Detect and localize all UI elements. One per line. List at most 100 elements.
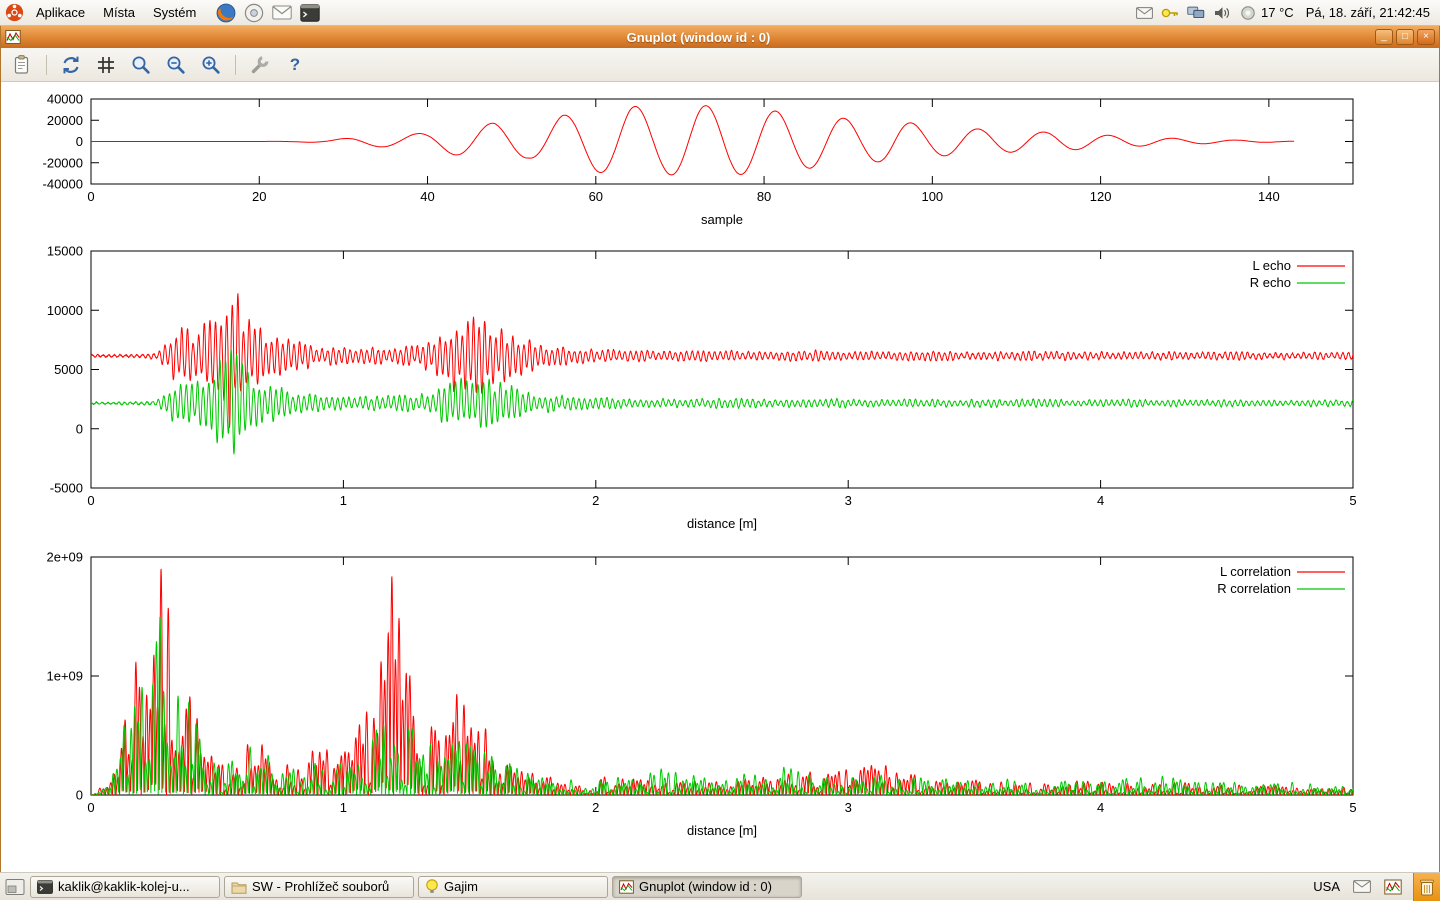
x-tick-label: 2 [592,493,599,508]
taskbar-window-gnuplot[interactable]: Gnuplot (window id : 0) [612,876,802,898]
series-line [91,349,1353,454]
legend-label: L correlation [1220,564,1291,579]
show-desktop-button[interactable] [3,875,27,899]
plot-border [91,557,1353,795]
temperature-label: 17 °C [1261,5,1294,20]
y-tick-label: 5000 [54,362,83,377]
x-axis-label: distance [m] [687,516,757,531]
y-tick-label: 10000 [47,303,83,318]
taskbar-window-file-manager[interactable]: SW - Prohlížeč souborů [224,876,414,898]
legend-label: R correlation [1217,581,1291,596]
x-tick-label: 4 [1097,493,1104,508]
waveform-chart[interactable]: 020406080100120140-40000-200000200004000… [1,82,1440,237]
menu-applications[interactable]: Aplikace [27,0,94,25]
key-icon[interactable] [1161,4,1179,22]
x-tick-label: 5 [1349,800,1356,815]
zoom-out-icon [165,54,187,76]
window-title: Gnuplot (window id : 0) [22,30,1375,45]
keyboard-layout-indicator[interactable]: USA [1311,879,1342,894]
zoom-button[interactable] [128,52,154,78]
correlation-chart[interactable]: 01234501e+092e+09distance [m]L correlati… [1,547,1440,872]
window-controls: _ □ × [1375,29,1435,45]
zoom-out-button[interactable] [163,52,189,78]
y-tick-label: 0 [76,788,83,803]
y-tick-label: 2e+09 [46,550,83,565]
x-tick-label: 0 [87,800,94,815]
plot-canvas: 020406080100120140-40000-200000200004000… [1,82,1439,872]
help-icon[interactable] [243,2,264,23]
menu-places[interactable]: Místa [94,0,144,25]
x-tick-label: 140 [1258,189,1280,204]
gnuplot-window: Gnuplot (window id : 0) _ □ × [0,26,1440,872]
chart-applet-icon[interactable] [1382,876,1404,898]
taskbar-window-label: Gnuplot (window id : 0) [639,879,772,894]
help-button[interactable]: ? [282,52,308,78]
x-tick-label: 80 [757,189,771,204]
grid-icon [95,54,117,76]
weather-icon [1239,4,1257,22]
weather-applet[interactable]: 17 °C [1239,4,1294,22]
volume-icon[interactable] [1213,4,1231,22]
x-axis-label: distance [m] [687,823,757,838]
trash-applet[interactable] [1413,873,1440,901]
gajim-icon [425,879,439,894]
taskbar-window-label: kaklik@kaklik-kolej-u... [58,879,190,894]
settings-icon [249,54,271,76]
x-tick-label: 5 [1349,493,1356,508]
x-tick-label: 4 [1097,800,1104,815]
x-axis-label: sample [701,212,743,227]
x-tick-label: 0 [87,493,94,508]
refresh-button[interactable] [58,52,84,78]
gnome-top-panel: Aplikace Místa Systém [0,0,1440,26]
close-button[interactable]: × [1417,29,1435,45]
x-tick-label: 120 [1090,189,1112,204]
y-tick-label: 0 [76,421,83,436]
gnuplot-icon [619,880,634,894]
taskbar-window-label: SW - Prohlížeč souborů [252,879,389,894]
settings-button[interactable] [247,52,273,78]
taskbar-window-label: Gajim [444,879,478,894]
maximize-button[interactable]: □ [1396,29,1414,45]
taskbar-window-terminal[interactable]: kaklik@kaklik-kolej-u... [30,876,220,898]
titlebar[interactable]: Gnuplot (window id : 0) _ □ × [1,26,1439,48]
zoom-in-button[interactable] [198,52,224,78]
mail-notification-icon[interactable] [1135,4,1153,22]
mail-icon[interactable] [271,2,292,23]
terminal-icon [37,880,53,894]
toolbar-separator [46,55,47,75]
firefox-icon[interactable] [215,2,236,23]
displays-icon[interactable] [1187,4,1205,22]
legend-label: L echo [1252,258,1291,273]
y-tick-label: 1e+09 [46,669,83,684]
gnuplot-toolbar: ? [1,48,1439,82]
toolbar-separator [235,55,236,75]
taskbar-window-gajim[interactable]: Gajim [418,876,608,898]
copy-icon [11,54,33,76]
panel-launchers [215,2,320,23]
mail-applet-icon[interactable] [1351,876,1373,898]
minimize-button[interactable]: _ [1375,29,1393,45]
taskbar: kaklik@kaklik-kolej-u... SW - Prohlížeč … [0,872,1440,900]
series-line [91,569,1353,795]
zoom-in-icon [200,54,222,76]
terminal-icon[interactable] [299,2,320,23]
system-tray: 17 °C Pá, 18. září, 21:42:45 [1135,4,1440,22]
x-tick-label: 20 [252,189,266,204]
x-tick-label: 3 [845,800,852,815]
clock-applet[interactable]: Pá, 18. září, 21:42:45 [1306,5,1430,20]
x-tick-label: 3 [845,493,852,508]
grid-toggle-button[interactable] [93,52,119,78]
x-tick-label: 60 [589,189,603,204]
y-tick-label: 20000 [47,113,83,128]
echo-chart[interactable]: 012345-5000050001000015000distance [m]L … [1,237,1440,547]
y-tick-label: -20000 [43,155,83,170]
gnuplot-window-icon [5,29,22,46]
y-tick-label: -5000 [50,481,83,496]
x-tick-label: 1 [340,800,347,815]
ubuntu-logo-icon[interactable] [5,3,25,23]
menu-system[interactable]: Systém [144,0,205,25]
copy-to-clipboard-button[interactable] [9,52,35,78]
help-icon: ? [290,55,300,75]
y-tick-label: 15000 [47,244,83,259]
y-tick-label: 0 [76,134,83,149]
